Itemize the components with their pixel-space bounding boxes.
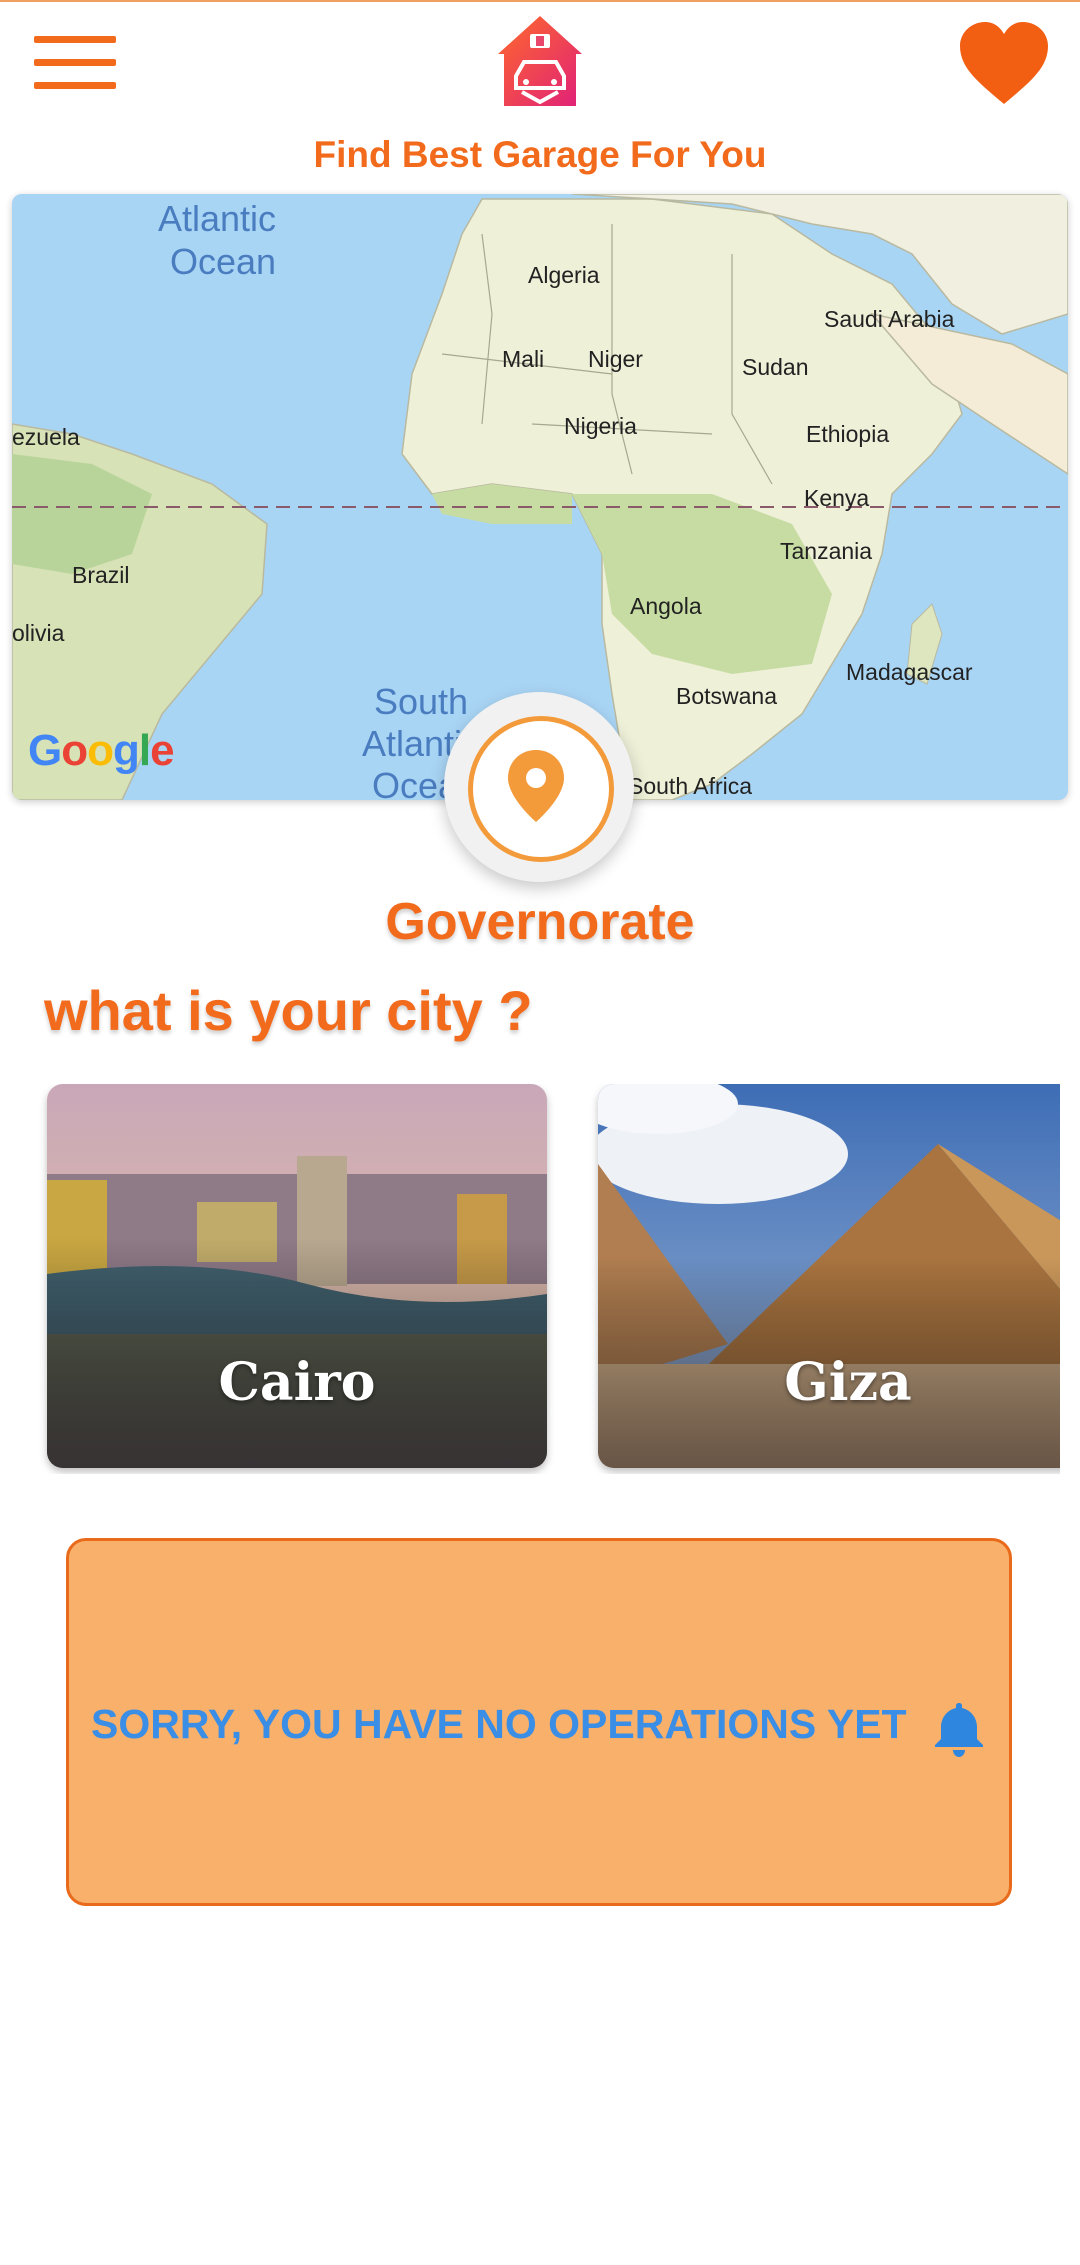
map-label: Mali <box>502 346 544 372</box>
city-name: Cairo <box>218 1352 376 1413</box>
map-label: Nigeria <box>564 413 637 439</box>
no-operations-message: SORRY, YOU HAVE NO OPERATIONS YET <box>91 1701 907 1747</box>
map-label: South Africa <box>628 773 752 799</box>
garage-logo-icon <box>496 14 584 110</box>
ocean-label: South <box>374 681 468 722</box>
city-name: Giza <box>784 1352 912 1413</box>
top-divider <box>0 0 1080 2</box>
favorites-heart-button[interactable] <box>958 20 1050 108</box>
google-logo: Google <box>28 726 175 775</box>
no-operations-notice: SORRY, YOU HAVE NO OPERATIONS YET <box>66 1538 1012 1906</box>
map-label: Kenya <box>804 485 869 511</box>
map-pin-icon <box>508 750 564 822</box>
bell-icon[interactable] <box>931 1699 987 1759</box>
ocean-label: Ocean <box>170 241 276 282</box>
governorate-label: Governorate <box>385 893 695 951</box>
map-label: Brazil <box>72 562 130 588</box>
city-carousel[interactable]: Cairo Giza <box>0 1084 1060 1474</box>
city-card-cairo[interactable]: Cairo <box>47 1084 547 1468</box>
locate-button-ring <box>468 716 614 862</box>
map-label: olivia <box>12 620 65 646</box>
map-label: Tanzania <box>780 538 872 564</box>
map-label: Madagascar <box>846 659 973 685</box>
menu-bar <box>34 59 116 66</box>
menu-bar <box>34 36 116 43</box>
map-label: Angola <box>630 593 702 619</box>
app-tagline: Find Best Garage For You <box>313 134 767 175</box>
ocean-label: Atlantic <box>158 198 276 239</box>
city-card-giza[interactable]: Giza <box>598 1084 1060 1468</box>
city-question-heading: what is your city ? <box>44 979 533 1042</box>
locate-me-button[interactable] <box>444 692 634 882</box>
map-label: Sudan <box>742 354 809 380</box>
hamburger-menu-button[interactable] <box>34 36 116 96</box>
map-label: Saudi Arabia <box>824 306 955 332</box>
heart-icon <box>960 22 1048 104</box>
map-label: Niger <box>588 346 643 372</box>
map-label: Ethiopia <box>806 421 889 447</box>
map-label: Botswana <box>676 683 777 709</box>
map-label: Algeria <box>528 262 600 288</box>
menu-bar <box>34 82 116 89</box>
map-label: ezuela <box>12 424 80 450</box>
